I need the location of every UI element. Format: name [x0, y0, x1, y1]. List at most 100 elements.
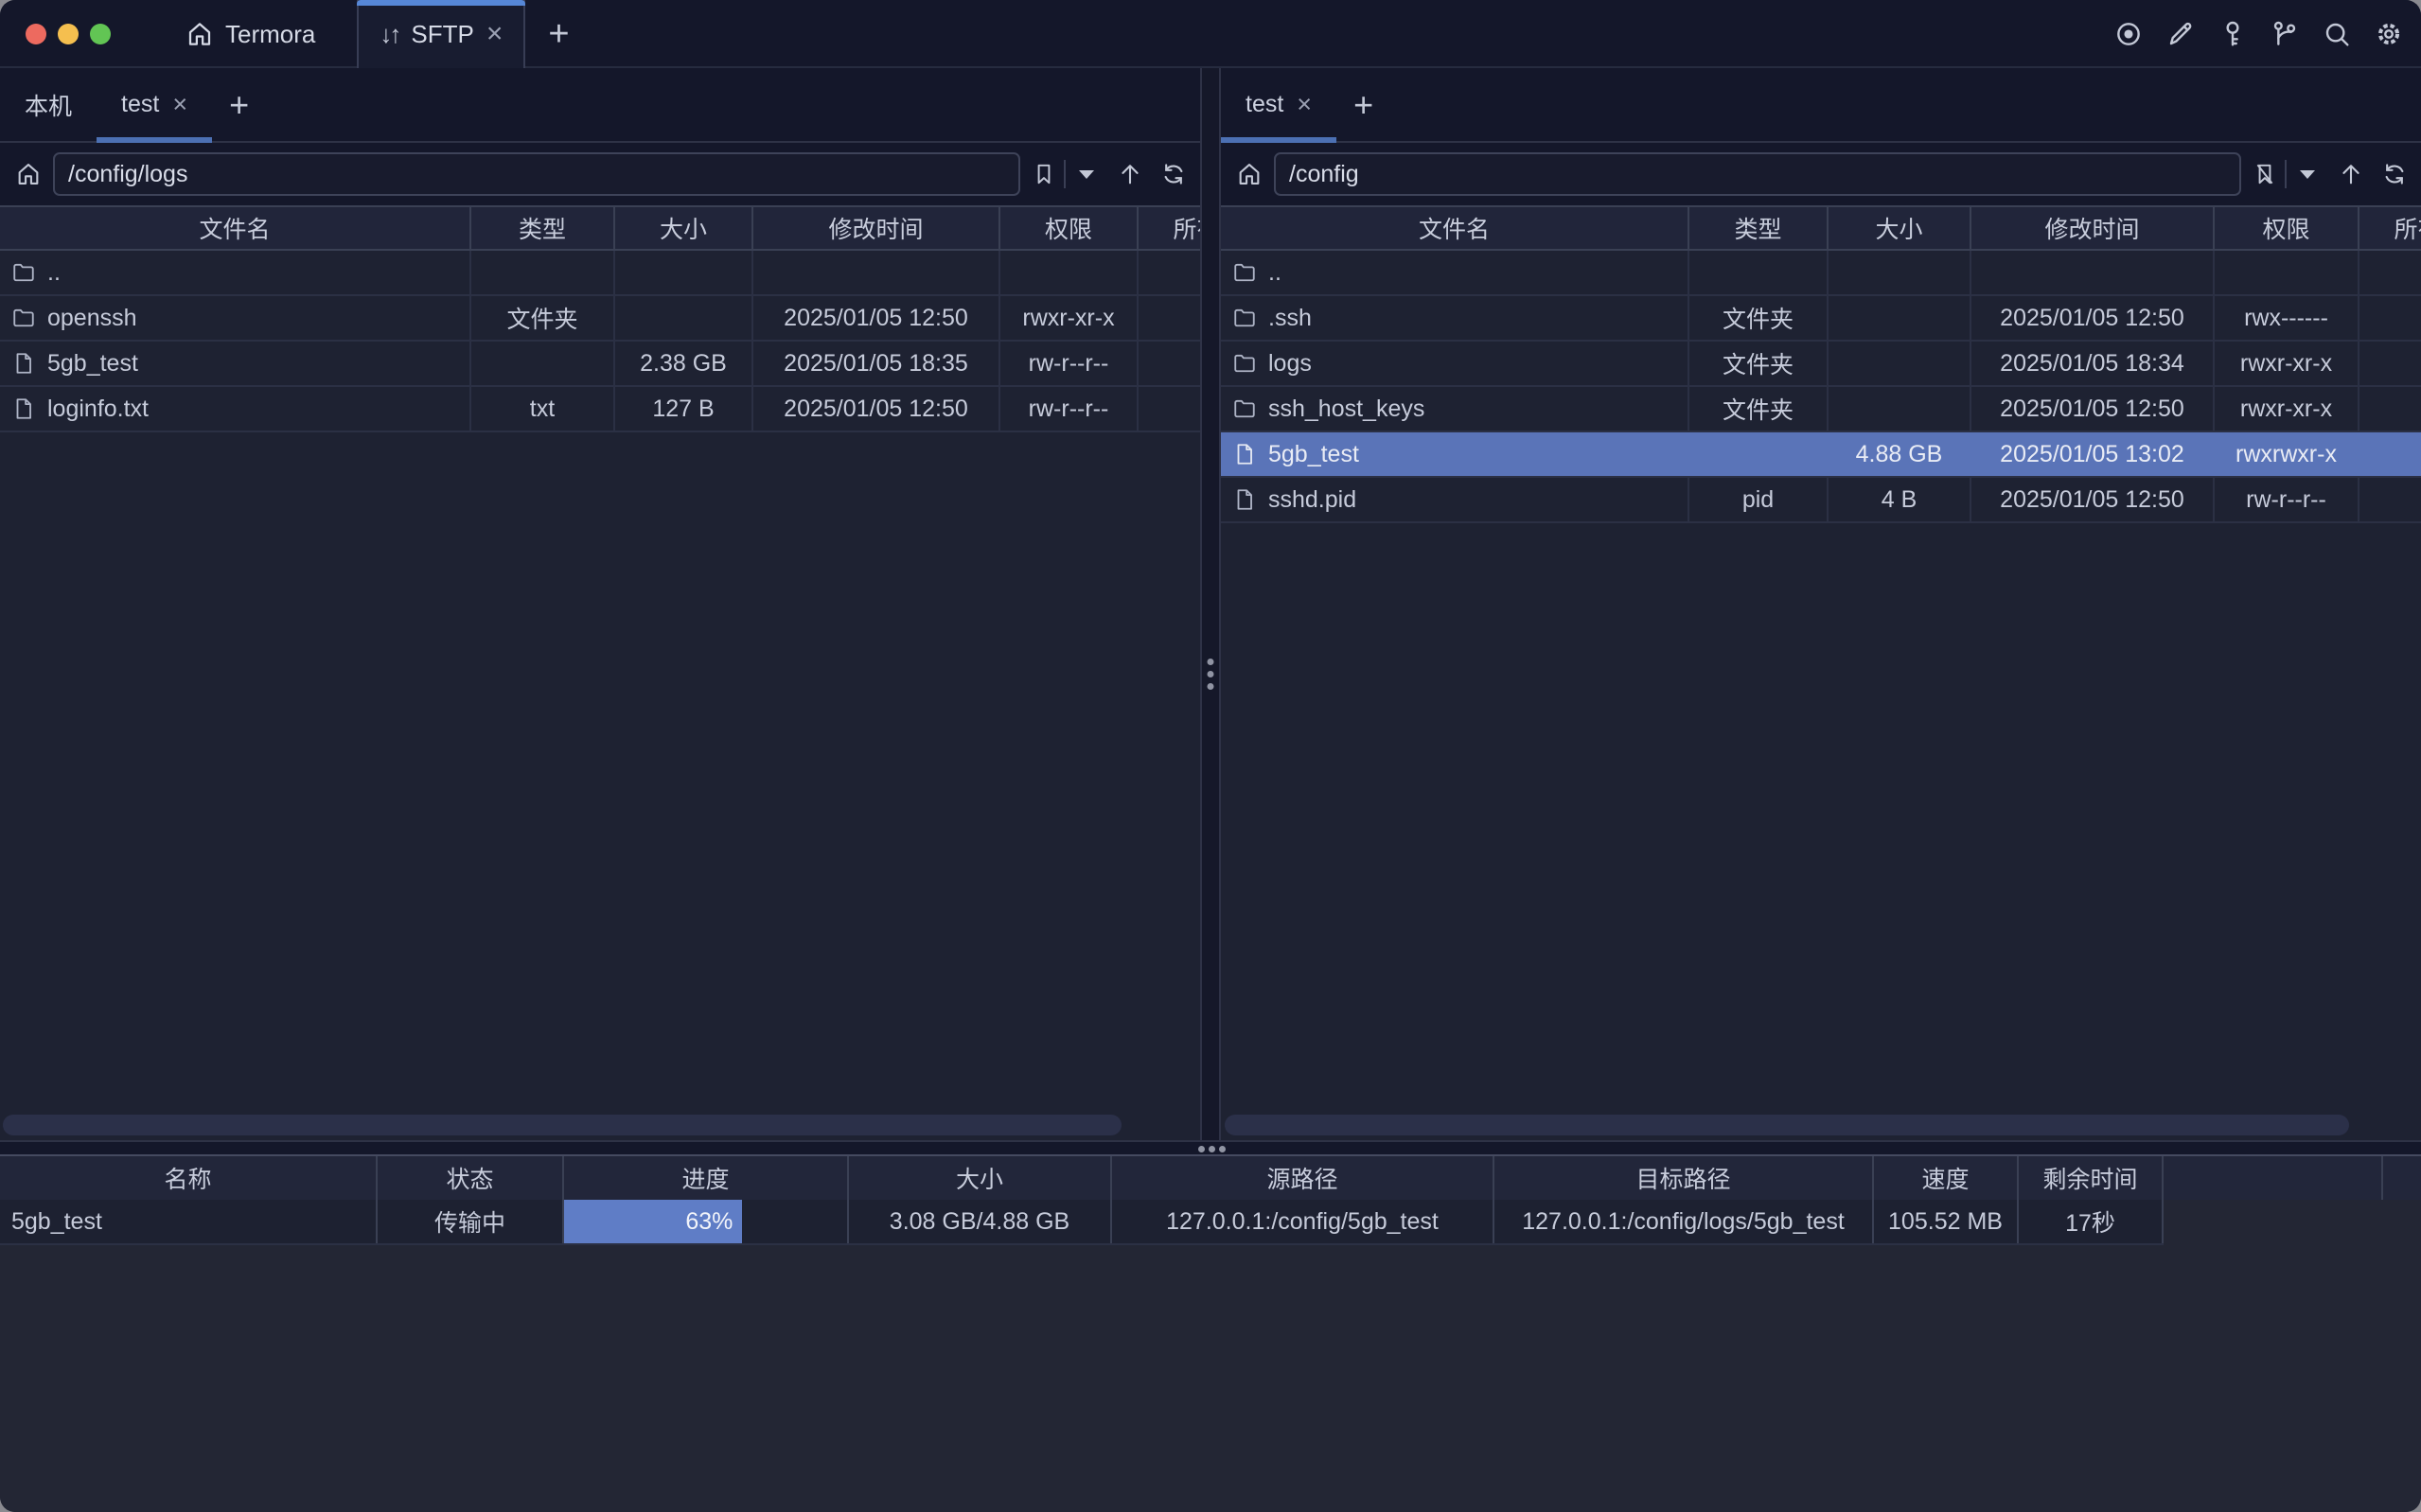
transfer-progress-bar: 63%: [564, 1200, 849, 1243]
sftp-tab-label: SFTP: [411, 20, 473, 49]
pane-splitter[interactable]: [1200, 68, 1221, 1140]
file-row-ssh-host-keys[interactable]: ssh_host_keys 文件夹 2025/01/05 12:50 rwxr-…: [1221, 387, 2421, 432]
add-pane-tab-button[interactable]: +: [212, 68, 266, 141]
tab-sftp[interactable]: ↓↑ SFTP ×: [357, 0, 525, 68]
folder-icon: [11, 306, 36, 330]
settings-gear-icon[interactable]: [2374, 19, 2404, 49]
new-tab-button[interactable]: +: [525, 0, 592, 68]
column-header-target: 目标路径: [1494, 1156, 1874, 1200]
column-header-permissions[interactable]: 权限: [1000, 207, 1139, 249]
file-row-ssh[interactable]: .ssh 文件夹 2025/01/05 12:50 rwx------: [1221, 296, 2421, 342]
home-icon[interactable]: [15, 161, 42, 187]
file-icon: [11, 351, 36, 376]
tab-termora-home[interactable]: Termora: [168, 0, 332, 68]
home-icon[interactable]: [1236, 161, 1263, 187]
file-row-openssh[interactable]: openssh 文件夹 2025/01/05 12:50 rwxr-xr-x: [0, 296, 1200, 342]
local-file-pane: 本机 test × +: [0, 68, 1200, 1140]
horizontal-scrollbar-thumb[interactable]: [1225, 1115, 2349, 1135]
close-window-button[interactable]: [26, 24, 46, 44]
right-file-table: 文件名 类型 大小 修改时间 权限 所有者 .. .ssh 文件夹: [1221, 205, 2421, 523]
column-header-size[interactable]: 大小: [615, 207, 753, 249]
column-header-type[interactable]: 类型: [1689, 207, 1829, 249]
bookmark-icon[interactable]: [1032, 162, 1056, 186]
transfer-table: 名称 状态 进度 大小 源路径 目标路径 速度 剩余时间 5gb_test 传输…: [0, 1154, 2421, 1245]
record-icon[interactable]: [2113, 19, 2144, 49]
progress-fill: 63%: [564, 1200, 742, 1243]
right-table-header: 文件名 类型 大小 修改时间 权限 所有者: [1221, 205, 2421, 251]
remote-file-pane: test × +: [1221, 68, 2421, 1140]
close-tab-icon[interactable]: ×: [172, 92, 187, 117]
file-row-parent-dir[interactable]: ..: [1221, 251, 2421, 296]
file-row-5gb-test[interactable]: 5gb_test 2.38 GB 2025/01/05 18:35 rw-r--…: [0, 342, 1200, 387]
refresh-icon[interactable]: [2381, 161, 2408, 187]
folder-icon: [11, 260, 36, 285]
transfer-panel-splitter[interactable]: [0, 1140, 2421, 1154]
tab-test-left[interactable]: test ×: [97, 68, 212, 141]
file-icon: [1232, 442, 1257, 466]
file-row-loginfo[interactable]: loginfo.txt txt 127 B 2025/01/05 12:50 r…: [0, 387, 1200, 432]
horizontal-scrollbar-thumb[interactable]: [3, 1115, 1122, 1135]
folder-icon: [1232, 306, 1257, 330]
add-pane-tab-button[interactable]: +: [1336, 68, 1390, 141]
column-header-name[interactable]: 文件名: [0, 207, 471, 249]
transfer-panel: 名称 状态 进度 大小 源路径 目标路径 速度 剩余时间 5gb_test 传输…: [0, 1140, 2421, 1512]
file-row-5gb-test-selected[interactable]: 5gb_test 4.88 GB 2025/01/05 13:02 rwxrwx…: [1221, 432, 2421, 478]
left-pane-tabs: 本机 test × +: [0, 68, 1200, 143]
left-pathbar: [0, 143, 1200, 205]
column-header-name[interactable]: 文件名: [1221, 207, 1689, 249]
file-row-parent-dir[interactable]: ..: [0, 251, 1200, 296]
zoom-window-button[interactable]: [90, 24, 111, 44]
tab-test-right[interactable]: test ×: [1221, 68, 1336, 141]
column-header-modified[interactable]: 修改时间: [1971, 207, 2215, 249]
minimize-window-button[interactable]: [58, 24, 79, 44]
column-header-speed: 速度: [1874, 1156, 2019, 1200]
file-icon: [11, 396, 36, 421]
column-header-status: 状态: [378, 1156, 564, 1200]
column-header-source: 源路径: [1112, 1156, 1494, 1200]
file-row-sshd-pid[interactable]: sshd.pid pid 4 B 2025/01/05 12:50 rw-r--…: [1221, 478, 2421, 523]
file-icon: [1232, 487, 1257, 512]
titlebar: Termora ↓↑ SFTP × +: [0, 0, 2421, 68]
app-tab-label: Termora: [225, 20, 315, 49]
close-tab-icon[interactable]: ×: [486, 20, 504, 48]
right-pathbar: [1221, 143, 2421, 205]
splitter-grip-icon: [1198, 1146, 1226, 1152]
column-header-name: 名称: [0, 1156, 378, 1200]
bookmark-dropdown-caret-icon[interactable]: [2300, 170, 2315, 179]
left-table-header: 文件名 类型 大小 修改时间 权限 所有者: [0, 205, 1200, 251]
termora-window: Termora ↓↑ SFTP × +: [0, 0, 2421, 1512]
left-path-input[interactable]: [53, 152, 1020, 196]
titlebar-toolbar: [2113, 0, 2421, 68]
tab-local-machine[interactable]: 本机: [0, 68, 97, 141]
column-header-size[interactable]: 大小: [1829, 207, 1971, 249]
bookmark-dropdown-caret-icon[interactable]: [1079, 170, 1094, 179]
branch-icon[interactable]: [2270, 19, 2300, 49]
traffic-lights: [0, 0, 123, 68]
column-header-type[interactable]: 类型: [471, 207, 615, 249]
folder-icon: [1232, 351, 1257, 376]
right-pane-tabs: test × +: [1221, 68, 2421, 143]
transfer-table-header: 名称 状态 进度 大小 源路径 目标路径 速度 剩余时间: [0, 1156, 2421, 1200]
column-header-remaining: 剩余时间: [2019, 1156, 2164, 1200]
column-header-owner[interactable]: 所有者: [2359, 207, 2421, 249]
column-header-permissions[interactable]: 权限: [2215, 207, 2359, 249]
right-path-input[interactable]: [1274, 152, 2241, 196]
close-tab-icon[interactable]: ×: [1297, 92, 1312, 117]
file-row-logs[interactable]: logs 文件夹 2025/01/05 18:34 rwxr-xr-x: [1221, 342, 2421, 387]
splitter-grip-icon: [1208, 659, 1214, 690]
column-header-modified[interactable]: 修改时间: [753, 207, 1000, 249]
bookmark-off-icon[interactable]: [2253, 162, 2277, 186]
go-up-icon[interactable]: [2338, 161, 2364, 187]
refresh-icon[interactable]: [1160, 161, 1187, 187]
edit-pencil-icon[interactable]: [2165, 19, 2196, 49]
left-file-table: 文件名 类型 大小 修改时间 权限 所有者 .. openssh 文: [0, 205, 1200, 432]
transfer-arrows-icon: ↓↑: [380, 20, 398, 49]
transfer-row-5gb-test[interactable]: 5gb_test 传输中 63% 3.08 GB/4.88 GB 127.0.0…: [0, 1200, 2164, 1245]
column-header-owner[interactable]: 所有者: [1139, 207, 1200, 249]
folder-icon: [1232, 260, 1257, 285]
search-icon[interactable]: [2322, 19, 2352, 49]
key-icon[interactable]: [2218, 19, 2248, 49]
folder-icon: [1232, 396, 1257, 421]
go-up-icon[interactable]: [1117, 161, 1143, 187]
home-icon: [186, 20, 214, 48]
